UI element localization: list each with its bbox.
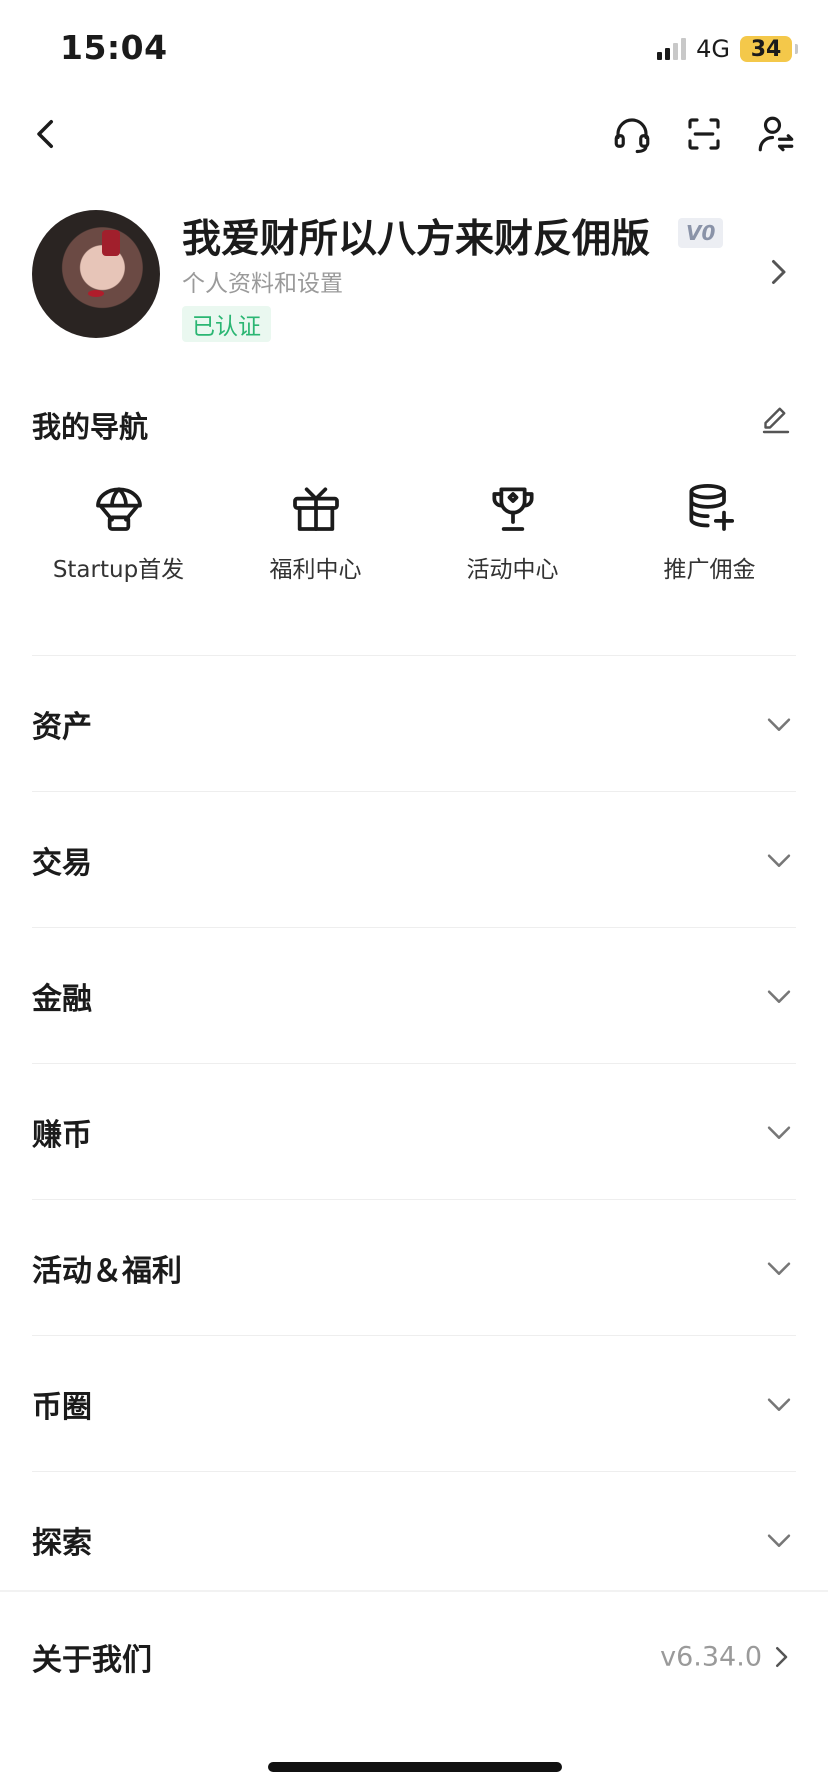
scan-icon bbox=[688, 118, 720, 150]
coins-plus-icon bbox=[688, 483, 734, 531]
home-indicator[interactable] bbox=[268, 1762, 562, 1772]
edit-icon[interactable] bbox=[758, 402, 794, 438]
app-version: v6.34.0 bbox=[660, 1641, 762, 1673]
support-button[interactable] bbox=[608, 110, 656, 158]
chevron-down-icon bbox=[767, 1261, 791, 1275]
menu-label: 探索 bbox=[32, 1525, 92, 1561]
menu-label: 资产 bbox=[32, 709, 92, 745]
menu-label: 赚币 bbox=[32, 1117, 92, 1153]
avatar-detail bbox=[102, 230, 120, 256]
headset-icon bbox=[614, 118, 650, 154]
avatar-detail bbox=[88, 290, 104, 297]
nav-item-label: 福利中心 bbox=[269, 557, 362, 583]
menu-row-assets[interactable]: 资产 bbox=[32, 655, 796, 791]
profile-name: 我爱财所以八方来财反佣版 bbox=[182, 217, 651, 262]
nav-item-label: 推广佣金 bbox=[663, 557, 756, 583]
menu-label: 币圈 bbox=[32, 1389, 92, 1425]
trophy-icon bbox=[491, 487, 534, 531]
menu-label: 活动＆福利 bbox=[32, 1253, 182, 1289]
parachute-icon bbox=[95, 487, 142, 531]
vip-badge: V0 bbox=[678, 218, 724, 248]
about-row[interactable]: 关于我们 v6.34.0 bbox=[32, 1592, 796, 1722]
battery-icon: 34 bbox=[740, 36, 798, 62]
battery-level: 34 bbox=[750, 36, 782, 62]
menu-label: 交易 bbox=[32, 845, 92, 881]
menu-row-community[interactable]: 币圈 bbox=[32, 1335, 796, 1471]
status-bar: 15:04 4G 34 bbox=[0, 0, 828, 96]
nav-item-commission[interactable]: 推广佣金 bbox=[611, 480, 808, 600]
chevron-down-icon bbox=[767, 853, 791, 867]
nav-item-welfare[interactable]: 福利中心 bbox=[217, 480, 414, 600]
chevron-down-icon bbox=[767, 1397, 791, 1411]
menu-row-explore[interactable]: 探索 bbox=[32, 1471, 796, 1607]
my-nav-title: 我的导航 bbox=[32, 410, 149, 444]
chevron-right-icon[interactable] bbox=[760, 254, 796, 290]
about-label: 关于我们 bbox=[32, 1643, 152, 1678]
nav-item-activities[interactable]: 活动中心 bbox=[414, 480, 611, 600]
nav-item-label: Startup首发 bbox=[52, 557, 185, 583]
nav-item-label: 活动中心 bbox=[466, 557, 559, 583]
chevron-down-icon bbox=[767, 989, 791, 1003]
menu-row-earn[interactable]: 赚币 bbox=[32, 1063, 796, 1199]
chevron-down-icon bbox=[767, 1125, 791, 1139]
menu-row-trade[interactable]: 交易 bbox=[32, 791, 796, 927]
back-button[interactable] bbox=[22, 110, 70, 158]
nav-item-startup[interactable]: Startup首发 bbox=[20, 480, 217, 600]
gift-icon bbox=[292, 487, 339, 531]
user-switch-icon bbox=[758, 116, 794, 152]
menu-row-activities-welfare[interactable]: 活动＆福利 bbox=[32, 1199, 796, 1335]
chevron-left-icon bbox=[37, 120, 53, 148]
signal-icon bbox=[657, 38, 687, 60]
chevron-right-icon bbox=[776, 1647, 788, 1667]
avatar[interactable] bbox=[32, 210, 160, 338]
switch-account-button[interactable] bbox=[752, 110, 800, 158]
menu-row-finance[interactable]: 金融 bbox=[32, 927, 796, 1063]
status-indicators: 4G 34 bbox=[657, 34, 798, 64]
my-nav-grid: Startup首发 福利中心 活动中心 推广佣金 bbox=[0, 480, 828, 600]
menu-label: 金融 bbox=[32, 981, 92, 1017]
profile-subtitle: 个人资料和设置 bbox=[182, 271, 343, 297]
top-nav bbox=[0, 110, 828, 174]
chevron-down-icon bbox=[767, 1533, 791, 1547]
profile-card[interactable]: 我爱财所以八方来财反佣版 V0 个人资料和设置 已认证 bbox=[32, 208, 796, 344]
scan-button[interactable] bbox=[680, 110, 728, 158]
menu-list: 资产 交易 金融 赚币 活动＆福利 币圈 探索 bbox=[32, 655, 796, 1607]
status-time: 15:04 bbox=[60, 28, 168, 67]
chevron-down-icon bbox=[767, 717, 791, 731]
verified-badge: 已认证 bbox=[182, 306, 271, 342]
network-type: 4G bbox=[696, 35, 730, 63]
